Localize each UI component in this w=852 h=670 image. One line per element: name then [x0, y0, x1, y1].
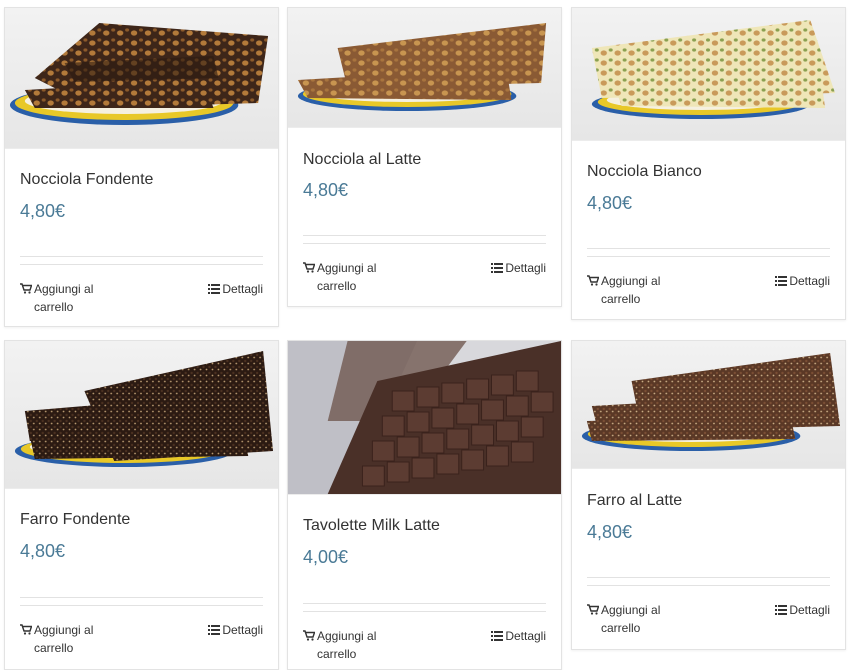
divider [20, 264, 263, 265]
add-to-cart-label: Aggiungi al [34, 623, 94, 637]
shopping-cart-icon [20, 624, 32, 635]
details-label: Dettagli [505, 629, 546, 643]
product-price: 4,80€ [303, 180, 349, 200]
details-label: Dettagli [789, 603, 830, 617]
details-label: Dettagli [222, 623, 263, 637]
product-title[interactable]: Nocciola Bianco [587, 163, 702, 181]
product-price: 4,80€ [20, 541, 66, 561]
shopping-cart-icon [587, 275, 599, 286]
product-image[interactable] [5, 8, 278, 149]
add-to-cart-label: carrello [34, 300, 74, 314]
add-to-cart-label: Aggiungi al [601, 603, 661, 617]
shopping-cart-icon [303, 630, 315, 641]
details-link[interactable]: Dettagli [775, 272, 830, 290]
list-icon [208, 284, 221, 294]
product-title[interactable]: Nocciola Fondente [20, 171, 153, 189]
product-image[interactable] [5, 341, 278, 489]
divider [303, 611, 546, 612]
add-to-cart-label: Aggiungi al [601, 274, 661, 288]
add-to-cart-button[interactable]: Aggiungi al carrello [20, 280, 130, 316]
add-to-cart-label: carrello [317, 279, 357, 293]
details-label: Dettagli [222, 282, 263, 296]
product-image[interactable] [288, 341, 561, 495]
add-to-cart-label: carrello [601, 621, 641, 635]
product-card: Nocciola Bianco 4,80€ Aggiungi al carrell… [571, 7, 846, 320]
details-link[interactable]: Dettagli [775, 601, 830, 619]
product-title[interactable]: Nocciola al Latte [303, 151, 421, 169]
divider [587, 256, 830, 257]
shopping-cart-icon [20, 283, 32, 294]
product-title[interactable]: Tavolette Milk Latte [303, 517, 440, 535]
product-card: Nocciola al Latte 4,80€ Aggiungi al carre… [287, 7, 562, 307]
details-label: Dettagli [789, 274, 830, 288]
product-price: 4,80€ [20, 201, 66, 221]
shopping-cart-icon [303, 262, 315, 273]
details-label: Dettagli [505, 261, 546, 275]
product-image[interactable] [288, 8, 561, 128]
product-price: 4,00€ [303, 547, 349, 567]
list-icon [491, 263, 504, 273]
details-link[interactable]: Dettagli [491, 259, 546, 277]
product-price: 4,80€ [587, 193, 633, 213]
product-card: Farro Fondente 4,80€ Aggiungi al carrello… [4, 340, 279, 670]
product-card: Tavolette Milk Latte 4,00€ Aggiungi al ca… [287, 340, 562, 670]
product-price: 4,80€ [587, 522, 633, 542]
divider [303, 243, 546, 244]
add-to-cart-button[interactable]: Aggiungi al carrello [587, 272, 697, 308]
divider [303, 603, 546, 604]
divider [587, 585, 830, 586]
list-icon [775, 605, 788, 615]
add-to-cart-button[interactable]: Aggiungi al carrello [587, 601, 697, 637]
details-link[interactable]: Dettagli [208, 621, 263, 639]
add-to-cart-label: Aggiungi al [34, 282, 94, 296]
list-icon [491, 631, 504, 641]
divider [20, 597, 263, 598]
add-to-cart-button[interactable]: Aggiungi al carrello [303, 259, 413, 295]
add-to-cart-label: carrello [601, 292, 641, 306]
shopping-cart-icon [587, 604, 599, 615]
add-to-cart-label: carrello [317, 647, 357, 661]
details-link[interactable]: Dettagli [491, 627, 546, 645]
add-to-cart-button[interactable]: Aggiungi al carrello [20, 621, 130, 657]
divider [587, 248, 830, 249]
product-image[interactable] [572, 8, 845, 141]
product-title[interactable]: Farro Fondente [20, 511, 130, 529]
divider [587, 577, 830, 578]
product-card: Farro al Latte 4,80€ Aggiungi al carrello… [571, 340, 846, 650]
add-to-cart-button[interactable]: Aggiungi al carrello [303, 627, 413, 663]
product-image[interactable] [572, 341, 845, 469]
divider [20, 605, 263, 606]
add-to-cart-label: Aggiungi al [317, 629, 377, 643]
details-link[interactable]: Dettagli [208, 280, 263, 298]
list-icon [208, 625, 221, 635]
product-card: Nocciola Fondente 4,80€ Aggiungi al carre… [4, 7, 279, 327]
add-to-cart-label: Aggiungi al [317, 261, 377, 275]
divider [20, 256, 263, 257]
divider [303, 235, 546, 236]
list-icon [775, 276, 788, 286]
product-title[interactable]: Farro al Latte [587, 492, 682, 510]
add-to-cart-label: carrello [34, 641, 74, 655]
